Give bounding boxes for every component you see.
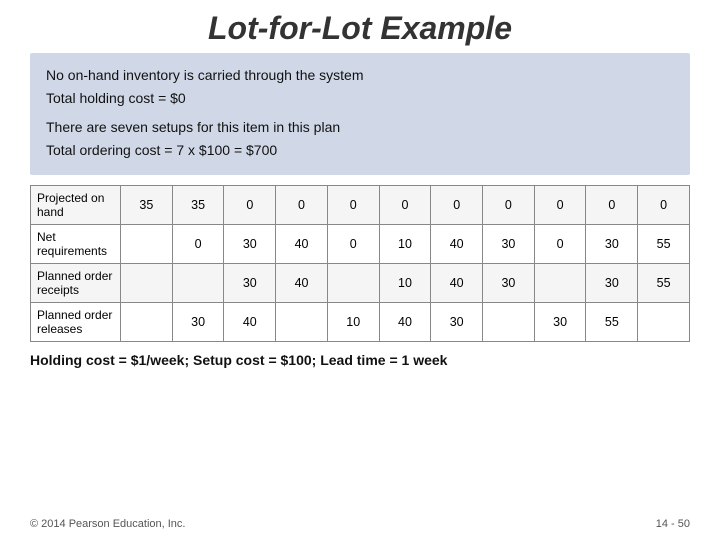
- data-table-container: Projected on hand3535000000000Net requir…: [30, 185, 690, 342]
- cell-r1-c10: 55: [638, 225, 690, 264]
- table-row: Projected on hand3535000000000: [31, 186, 690, 225]
- info-line-1: No on-hand inventory is carried through …: [46, 65, 674, 86]
- cell-r2-c4: [327, 264, 379, 303]
- cell-r0-c10: 0: [638, 186, 690, 225]
- cell-r0-c2: 0: [224, 186, 276, 225]
- cell-r3-c9: 55: [586, 303, 638, 342]
- cell-r2-c9: 30: [586, 264, 638, 303]
- cell-r1-c4: 0: [327, 225, 379, 264]
- page-number: 14 - 50: [656, 518, 690, 530]
- row-label-3: Planned order releases: [31, 303, 121, 342]
- cell-r2-c3: 40: [276, 264, 328, 303]
- cell-r3-c8: 30: [534, 303, 586, 342]
- cell-r3-c3: [276, 303, 328, 342]
- cell-r3-c5: 40: [379, 303, 431, 342]
- info-line-3: There are seven setups for this item in …: [46, 117, 674, 138]
- cell-r1-c2: 30: [224, 225, 276, 264]
- cell-r1-c0: [121, 225, 173, 264]
- row-label-1: Net requirements: [31, 225, 121, 264]
- table-row: Net requirements03040010403003055: [31, 225, 690, 264]
- cell-r0-c0: 35: [121, 186, 173, 225]
- cell-r0-c5: 0: [379, 186, 431, 225]
- mrp-table: Projected on hand3535000000000Net requir…: [30, 185, 690, 342]
- cell-r1-c9: 30: [586, 225, 638, 264]
- cell-r1-c5: 10: [379, 225, 431, 264]
- cell-r0-c3: 0: [276, 186, 328, 225]
- cell-r3-c2: 40: [224, 303, 276, 342]
- cell-r2-c8: [534, 264, 586, 303]
- cell-r3-c1: 30: [172, 303, 224, 342]
- cell-r3-c10: [638, 303, 690, 342]
- cell-r2-c7: 30: [483, 264, 535, 303]
- cell-r2-c10: 55: [638, 264, 690, 303]
- row-label-0: Projected on hand: [31, 186, 121, 225]
- cell-r1-c1: 0: [172, 225, 224, 264]
- cell-r3-c0: [121, 303, 173, 342]
- cell-r0-c7: 0: [483, 186, 535, 225]
- cell-r0-c8: 0: [534, 186, 586, 225]
- cell-r3-c4: 10: [327, 303, 379, 342]
- cell-r0-c6: 0: [431, 186, 483, 225]
- info-line-2: Total holding cost = $0: [46, 88, 674, 109]
- cell-r3-c7: [483, 303, 535, 342]
- cell-r2-c6: 40: [431, 264, 483, 303]
- cell-r2-c0: [121, 264, 173, 303]
- cell-r1-c6: 40: [431, 225, 483, 264]
- cell-r0-c4: 0: [327, 186, 379, 225]
- cell-r2-c5: 10: [379, 264, 431, 303]
- row-label-2: Planned order receipts: [31, 264, 121, 303]
- copyright-text: © 2014 Pearson Education, Inc.: [30, 518, 185, 530]
- table-row: Planned order receipts30401040303055: [31, 264, 690, 303]
- page-title: Lot-for-Lot Example: [0, 0, 720, 53]
- footer-text: Holding cost = $1/week; Setup cost = $10…: [30, 352, 690, 368]
- cell-r1-c7: 30: [483, 225, 535, 264]
- info-box: No on-hand inventory is carried through …: [30, 53, 690, 175]
- cell-r2-c2: 30: [224, 264, 276, 303]
- cell-r1-c8: 0: [534, 225, 586, 264]
- info-line-4: Total ordering cost = 7 x $100 = $700: [46, 140, 674, 161]
- cell-r0-c9: 0: [586, 186, 638, 225]
- table-row: Planned order releases30401040303055: [31, 303, 690, 342]
- cell-r2-c1: [172, 264, 224, 303]
- cell-r3-c6: 30: [431, 303, 483, 342]
- cell-r0-c1: 35: [172, 186, 224, 225]
- cell-r1-c3: 40: [276, 225, 328, 264]
